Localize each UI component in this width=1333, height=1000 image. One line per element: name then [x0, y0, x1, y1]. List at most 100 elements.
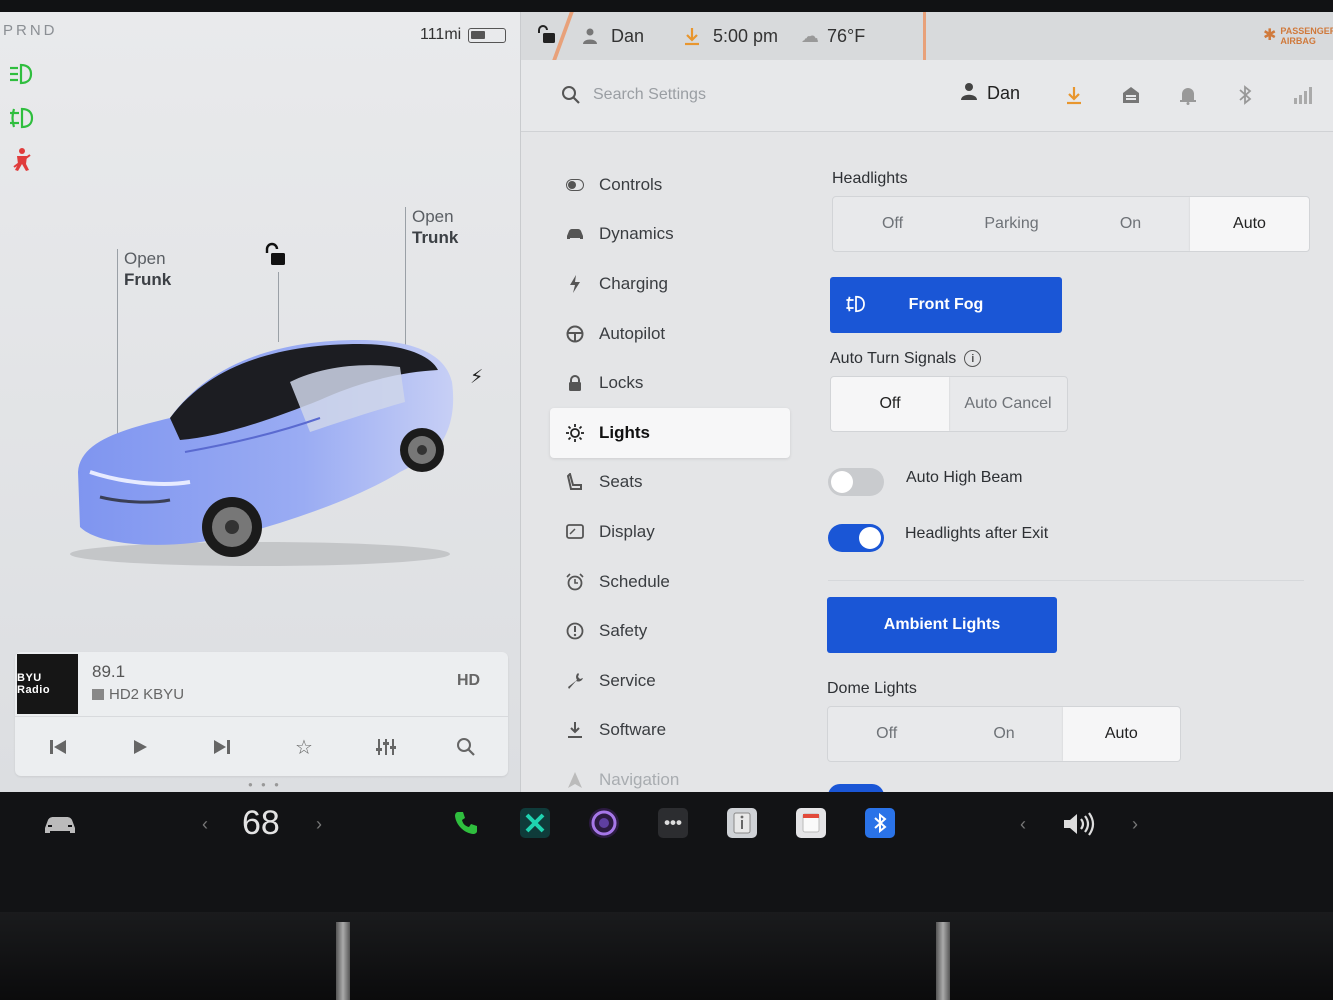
fog-light-indicator-icon: [6, 104, 38, 132]
album-label: BYU Radio: [17, 672, 51, 696]
car-icon[interactable]: [40, 810, 80, 840]
nav-item-charging[interactable]: Charging: [550, 259, 790, 309]
lights-settings-panel: Headlights Off Parking On Auto Front Fog Au…: [826, 160, 1316, 792]
hd-radio-icon[interactable]: HD: [457, 672, 480, 690]
volume-down-chevron-icon[interactable]: ‹: [1020, 814, 1026, 835]
play-icon[interactable]: [125, 732, 155, 762]
nav-item-label: Safety: [599, 621, 648, 641]
dome-option-auto[interactable]: Auto: [1062, 707, 1180, 761]
phone-icon[interactable]: [451, 808, 481, 838]
front-fog-button[interactable]: Front Fog: [830, 277, 1062, 333]
nav-item-label: Charging: [599, 273, 668, 293]
nav-item-label: Locks: [599, 373, 644, 393]
steering-wheel-icon: [564, 323, 586, 345]
ambient-lights-button[interactable]: Ambient Lights: [827, 597, 1057, 653]
nav-item-display[interactable]: Display: [550, 507, 790, 557]
nav-item-controls[interactable]: Controls: [550, 160, 790, 210]
auto-turn-option-auto-cancel[interactable]: Auto Cancel: [949, 377, 1067, 431]
media-page-dots: ● ● ●: [248, 780, 282, 789]
dome-option-on[interactable]: On: [945, 707, 1062, 761]
bluetooth-icon[interactable]: [1232, 82, 1258, 108]
unlocked-padlock-icon[interactable]: [262, 242, 288, 268]
camera-app-icon[interactable]: [589, 808, 619, 838]
previous-track-icon[interactable]: [43, 732, 73, 762]
calendar-app-icon[interactable]: [796, 808, 826, 838]
manual-app-icon[interactable]: [727, 808, 757, 838]
nav-item-navigation[interactable]: Navigation: [550, 755, 790, 792]
auto-high-beam-toggle[interactable]: [828, 468, 884, 496]
user-icon: [961, 82, 977, 105]
profile-name: Dan: [987, 83, 1021, 103]
volume-speaker-icon[interactable]: [1060, 808, 1100, 840]
seatbelt-warning-icon: [6, 146, 38, 174]
auto-turn-signals-text: Auto Turn Signals: [830, 350, 957, 367]
next-track-icon[interactable]: [207, 732, 237, 762]
auto-turn-option-off[interactable]: Off: [831, 377, 949, 431]
user-icon: [583, 28, 597, 44]
nav-item-safety[interactable]: Safety: [550, 606, 790, 656]
more-apps-icon[interactable]: •••: [658, 808, 688, 838]
nav-item-label: Dynamics: [599, 224, 674, 244]
nav-item-label: Navigation: [599, 769, 680, 789]
search-settings-input[interactable]: [593, 78, 833, 112]
software-download-icon[interactable]: [1061, 82, 1087, 108]
nav-item-label: Seats: [599, 472, 643, 492]
headlights-option-off[interactable]: Off: [833, 197, 952, 251]
frunk-callout-line1: Open: [124, 249, 166, 268]
toggle-knob: [859, 527, 881, 549]
headlights-option-auto[interactable]: Auto: [1190, 197, 1309, 251]
nav-item-seats[interactable]: Seats: [550, 458, 790, 508]
alert-circle-icon: [564, 620, 586, 642]
homelink-garage-icon[interactable]: [1118, 82, 1144, 108]
media-player: BYU Radio 89.1 HD2 KBYU HD ☆: [15, 652, 508, 776]
nav-item-label: Software: [599, 720, 667, 740]
outside-temperature: 76°F: [827, 26, 866, 46]
favorite-star-icon[interactable]: ☆: [289, 732, 319, 762]
nav-item-schedule[interactable]: Schedule: [550, 557, 790, 607]
download-status-icon: [683, 26, 701, 51]
station-frequency: 89.1: [92, 662, 126, 681]
headlights-after-exit-toggle[interactable]: [828, 524, 884, 552]
charge-port-bolt-icon[interactable]: ⚡: [470, 366, 483, 389]
headlights-option-on[interactable]: On: [1071, 197, 1190, 251]
nav-item-label: Lights: [599, 422, 650, 442]
battery-fill: [471, 31, 486, 39]
driver-profile-status[interactable]: Dan: [583, 26, 644, 47]
gear-selector[interactable]: PRND: [3, 22, 58, 39]
nav-item-label: Autopilot: [599, 323, 666, 343]
album-art: BYU Radio: [17, 654, 78, 714]
nav-item-lights[interactable]: Lights: [550, 407, 790, 458]
range-readout: 111mi: [420, 26, 462, 43]
open-frunk-button[interactable]: Open Frunk: [124, 248, 171, 290]
search-icon[interactable]: [561, 85, 581, 105]
weather-status: ☁ 76°F: [801, 26, 865, 47]
dome-option-off[interactable]: Off: [828, 707, 945, 761]
nav-item-software[interactable]: Software: [550, 706, 790, 756]
bluetooth-app-icon[interactable]: [865, 808, 895, 838]
navigation-arrow-icon: [564, 769, 586, 791]
display-icon: [564, 521, 586, 543]
battery-icon: [468, 28, 506, 43]
temp-up-chevron-icon[interactable]: ›: [316, 814, 322, 835]
media-search-icon[interactable]: [451, 732, 481, 762]
temp-down-chevron-icon[interactable]: ‹: [202, 814, 208, 835]
nav-item-locks[interactable]: Locks: [550, 358, 790, 408]
profile-button[interactable]: Dan: [961, 82, 1020, 105]
open-trunk-button[interactable]: Open Trunk: [412, 206, 458, 248]
equalizer-icon[interactable]: [371, 732, 401, 762]
nav-item-dynamics[interactable]: Dynamics: [550, 210, 790, 260]
media-divider: [15, 716, 508, 717]
station-name: HD2 KBYU: [92, 686, 184, 703]
nav-item-service[interactable]: Service: [550, 656, 790, 706]
steering-wheel-lights-toggle[interactable]: [828, 784, 884, 792]
car-model-image: [70, 340, 454, 566]
info-icon[interactable]: i: [964, 350, 982, 368]
notification-bell-icon[interactable]: [1175, 82, 1201, 108]
nav-item-autopilot[interactable]: Autopilot: [550, 309, 790, 359]
volume-up-chevron-icon[interactable]: ›: [1132, 814, 1138, 835]
toybox-app-icon[interactable]: [520, 808, 550, 838]
cabin-temperature[interactable]: 68: [242, 804, 280, 843]
nav-item-label: Service: [599, 670, 656, 690]
headlights-option-parking[interactable]: Parking: [952, 197, 1071, 251]
trunk-callout-line2: Trunk: [412, 228, 459, 247]
